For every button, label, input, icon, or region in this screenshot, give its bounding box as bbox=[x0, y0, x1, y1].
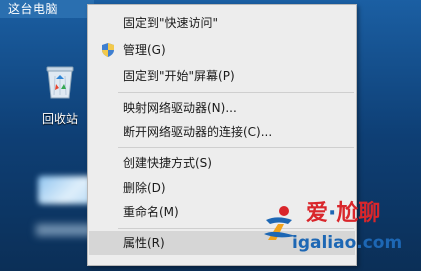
menu-item-label: 固定到"开始"屏幕(P) bbox=[123, 69, 235, 83]
menu-separator bbox=[118, 92, 354, 93]
menu-item-label: 映射网络驱动器(N)... bbox=[123, 101, 237, 115]
menu-item-label: 创建快捷方式(S) bbox=[123, 156, 212, 170]
menu-item-label: 重命名(M) bbox=[123, 205, 179, 219]
watermark: 爱·尬聊 igaliao.com bbox=[262, 198, 412, 260]
recycle-bin-label: 回收站 bbox=[41, 112, 78, 126]
menu-item-pin-start[interactable]: 固定到"开始"屏幕(P) bbox=[89, 64, 355, 88]
menu-item-disconnect-network-drive[interactable]: 断开网络驱动器的连接(C)... bbox=[89, 120, 355, 144]
this-pc-title[interactable]: 这台电脑 bbox=[0, 0, 94, 18]
recycle-bin-shortcut[interactable]: 回收站 bbox=[36, 58, 84, 128]
watermark-url: igaliao.com bbox=[292, 233, 403, 253]
desktop: 这台电脑 回收站 固定到"快速访问" 管理(G) 固定到"开始"屏幕(P) 映射… bbox=[0, 0, 421, 271]
watermark-title: 爱·尬聊 bbox=[306, 201, 381, 226]
menu-item-label: 删除(D) bbox=[123, 181, 166, 195]
menu-item-label: 管理(G) bbox=[123, 43, 166, 57]
shield-icon bbox=[102, 43, 114, 57]
menu-item-label: 固定到"快速访问" bbox=[123, 16, 219, 30]
menu-separator bbox=[118, 147, 354, 148]
blurred-desktop-icon[interactable] bbox=[38, 176, 94, 204]
menu-item-manage[interactable]: 管理(G) bbox=[89, 38, 355, 62]
menu-item-label: 属性(R) bbox=[123, 236, 165, 250]
recycle-bin-icon bbox=[46, 66, 74, 99]
menu-item-map-network-drive[interactable]: 映射网络驱动器(N)... bbox=[89, 96, 355, 120]
menu-item-delete[interactable]: 删除(D) bbox=[89, 176, 355, 200]
menu-item-pin-quick-access[interactable]: 固定到"快速访问" bbox=[89, 11, 355, 35]
menu-item-label: 断开网络驱动器的连接(C)... bbox=[123, 125, 273, 139]
menu-item-create-shortcut[interactable]: 创建快捷方式(S) bbox=[89, 151, 355, 175]
